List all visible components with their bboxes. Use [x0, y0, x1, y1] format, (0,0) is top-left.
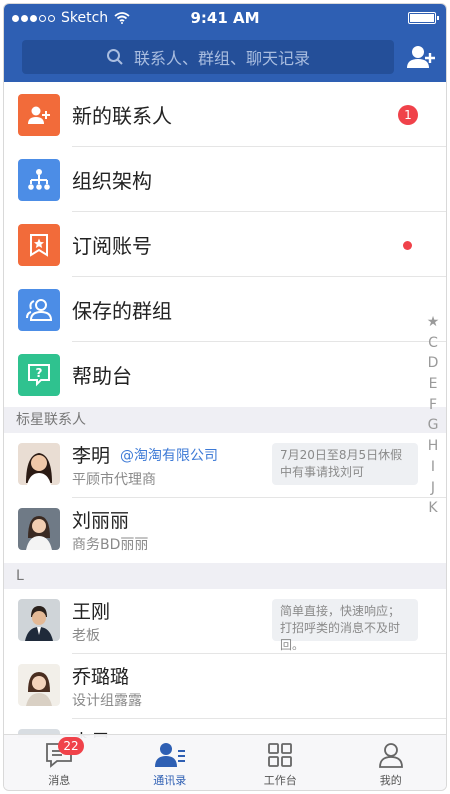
menu-label: 帮助台: [72, 364, 132, 388]
add-user-icon: [407, 46, 435, 68]
tab-label: 通讯录: [153, 774, 187, 787]
index-letter[interactable]: J: [431, 478, 435, 499]
contact-subtitle: 老板: [72, 628, 100, 644]
tab-label: 工作台: [263, 774, 297, 787]
index-letter[interactable]: G: [428, 415, 439, 436]
add-contact-icon: [18, 94, 60, 136]
message-count-badge: 22: [58, 737, 84, 755]
phone-screen: Sketch 9:41 AM 联系人、群组、聊天记录 新的联系人 1 组织架构 …: [3, 3, 447, 791]
header: Sketch 9:41 AM 联系人、群组、聊天记录: [4, 4, 446, 82]
search-input[interactable]: 联系人、群组、聊天记录: [22, 40, 394, 74]
index-letter[interactable]: E: [429, 374, 438, 395]
tab-contacts[interactable]: 通讯录: [115, 735, 226, 790]
section-header-starred: 标星联系人: [4, 407, 446, 433]
menu-help-desk[interactable]: ? 帮助台: [4, 342, 446, 407]
svg-text:?: ?: [36, 366, 43, 380]
index-letter[interactable]: F: [429, 395, 437, 416]
tab-label: 我的: [379, 774, 402, 787]
tab-workbench[interactable]: 工作台: [225, 735, 336, 790]
contact-row[interactable]: 李明 @淘淘有限公司 平顾市代理商 7月20日至8月5日休假中有事请找刘可: [4, 433, 446, 498]
contact-org-link[interactable]: @淘淘有限公司: [120, 445, 218, 465]
contact-name: 刘丽丽: [72, 510, 130, 532]
search-icon: [106, 49, 123, 65]
contacts-icon: [154, 743, 185, 767]
contact-subtitle: 商务BD丽丽: [72, 537, 149, 553]
contact-row[interactable]: 王刚 老板 简单直接，快速响应；打招呼类的消息不及时回。: [4, 589, 446, 654]
menu-label: 订阅账号: [72, 234, 152, 258]
index-letter[interactable]: D: [428, 353, 439, 374]
profile-icon: [378, 743, 403, 768]
tab-bar: 22 消息 通讯录 工作台 我的: [4, 734, 446, 790]
contact-subtitle: 设计组露露: [72, 693, 142, 709]
alphabet-index[interactable]: ★ C D E F G H I J K: [426, 312, 440, 519]
menu-new-contacts[interactable]: 新的联系人 1: [4, 82, 446, 147]
search-placeholder: 联系人、群组、聊天记录: [133, 49, 310, 68]
group-icon: [18, 289, 60, 331]
menu-subscriptions[interactable]: 订阅账号: [4, 212, 446, 277]
tab-profile[interactable]: 我的: [336, 735, 447, 790]
tab-messages[interactable]: 22 消息: [4, 735, 115, 790]
contact-name: 李明: [72, 445, 111, 467]
contact-subtitle: 平顾市代理商: [72, 472, 156, 488]
contact-row[interactable]: 乔璐璐 设计组露露: [4, 654, 446, 719]
index-letter[interactable]: C: [428, 333, 438, 354]
status-note: 7月20日至8月5日休假中有事请找刘可: [272, 443, 418, 485]
menu-saved-groups[interactable]: 保存的群组: [4, 277, 446, 342]
index-letter[interactable]: I: [431, 457, 435, 478]
avatar: [18, 508, 60, 550]
new-indicator-dot: [403, 241, 412, 250]
index-star[interactable]: ★: [427, 312, 440, 333]
avatar: [18, 443, 60, 485]
battery-icon: [408, 12, 439, 24]
workbench-icon: [268, 743, 293, 767]
index-letter[interactable]: H: [428, 436, 439, 457]
tab-label: 消息: [48, 774, 71, 787]
index-letter[interactable]: K: [428, 498, 437, 519]
contact-row[interactable]: 刘丽丽 商务BD丽丽: [4, 498, 446, 563]
unread-badge: 1: [398, 105, 418, 125]
add-contact-button[interactable]: [404, 40, 438, 74]
contact-name: 乔璐璐: [72, 666, 130, 688]
status-bar: Sketch 9:41 AM: [4, 4, 446, 32]
status-time: 9:41 AM: [190, 9, 260, 27]
contacts-list: 新的联系人 1 组织架构 订阅账号 保存的群组 ? 帮助台 标星联系人 李明 @…: [4, 82, 446, 738]
avatar: [18, 664, 60, 706]
section-header-l: L: [4, 563, 446, 589]
avatar: [18, 599, 60, 641]
menu-label: 保存的群组: [72, 299, 172, 323]
bookmark-star-icon: [18, 224, 60, 266]
help-chat-icon: ?: [18, 354, 60, 396]
status-note: 简单直接，快速响应；打招呼类的消息不及时回。: [272, 599, 418, 652]
menu-label: 组织架构: [72, 169, 152, 193]
contact-name: 王刚: [72, 601, 111, 623]
menu-label: 新的联系人: [72, 104, 172, 128]
menu-org-chart[interactable]: 组织架构: [4, 147, 446, 212]
org-chart-icon: [18, 159, 60, 201]
